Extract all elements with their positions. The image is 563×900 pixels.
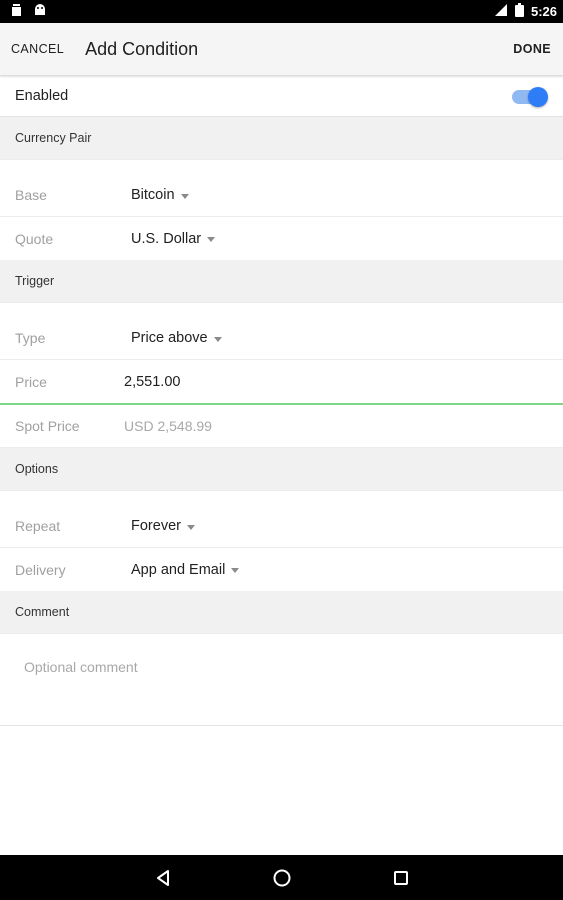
spot-price-value: USD 2,548.99 <box>124 418 212 434</box>
repeat-row[interactable]: Repeat Forever <box>0 505 563 548</box>
home-icon[interactable] <box>270 866 294 890</box>
base-label: Base <box>15 187 47 203</box>
enabled-row[interactable]: Enabled <box>0 76 563 117</box>
spot-price-row: Spot Price USD 2,548.99 <box>0 405 563 448</box>
app-bar: CANCEL Add Condition DONE <box>0 23 563 76</box>
spot-price-label: Spot Price <box>15 418 80 434</box>
status-time: 5:26 <box>530 4 557 19</box>
repeat-select[interactable]: Forever <box>131 518 195 534</box>
android-icon <box>33 3 47 20</box>
form-content: Enabled Currency Pair Base Bitcoin Quote… <box>0 76 563 855</box>
delivery-value: App and Email <box>131 561 226 578</box>
navigation-bar <box>0 855 563 900</box>
section-header-currency-pair: Currency Pair <box>0 117 563 160</box>
comment-area <box>0 634 563 726</box>
recents-icon[interactable] <box>389 866 413 890</box>
dropdown-caret-icon <box>186 524 195 530</box>
dropdown-caret-icon <box>207 237 216 242</box>
enabled-toggle[interactable] <box>512 86 548 107</box>
quote-value: U.S. Dollar <box>131 230 202 247</box>
delivery-select[interactable]: App and Email <box>131 561 240 578</box>
quote-label: Quote <box>15 230 54 247</box>
delivery-label: Delivery <box>15 561 66 578</box>
dropdown-caret-icon <box>231 568 240 573</box>
section-header-options: Options <box>0 448 563 491</box>
done-button[interactable]: DONE <box>513 42 551 56</box>
repeat-value: Forever <box>131 518 181 534</box>
enabled-label: Enabled <box>15 88 69 104</box>
signal-icon <box>492 3 508 20</box>
base-value: Bitcoin <box>131 187 175 203</box>
delivery-row[interactable]: Delivery App and Email <box>0 548 563 591</box>
back-icon[interactable] <box>151 866 175 890</box>
price-label: Price <box>15 373 47 390</box>
status-bar: 5:26 <box>0 0 563 23</box>
section-header-comment: Comment <box>0 591 563 634</box>
type-label: Type <box>15 330 46 346</box>
price-row: Price <box>0 360 563 403</box>
status-right: 5:26 <box>492 3 557 20</box>
repeat-label: Repeat <box>15 518 61 534</box>
notification-icon <box>10 3 23 20</box>
base-select[interactable]: Bitcoin <box>131 187 189 203</box>
price-input[interactable] <box>124 373 424 390</box>
type-row[interactable]: Type Price above <box>0 317 563 360</box>
page-title: Add Condition <box>85 38 199 59</box>
base-row[interactable]: Base Bitcoin <box>0 174 563 217</box>
quote-select[interactable]: U.S. Dollar <box>131 230 216 247</box>
quote-row[interactable]: Quote U.S. Dollar <box>0 217 563 260</box>
toggle-thumb <box>528 87 548 107</box>
status-left <box>10 3 47 20</box>
dropdown-caret-icon <box>213 336 222 342</box>
comment-input[interactable] <box>24 659 539 675</box>
battery-icon <box>514 3 524 20</box>
type-select[interactable]: Price above <box>131 330 222 346</box>
section-header-trigger: Trigger <box>0 260 563 303</box>
type-value: Price above <box>131 330 208 346</box>
dropdown-caret-icon <box>180 193 189 199</box>
cancel-button[interactable]: CANCEL <box>11 42 64 56</box>
